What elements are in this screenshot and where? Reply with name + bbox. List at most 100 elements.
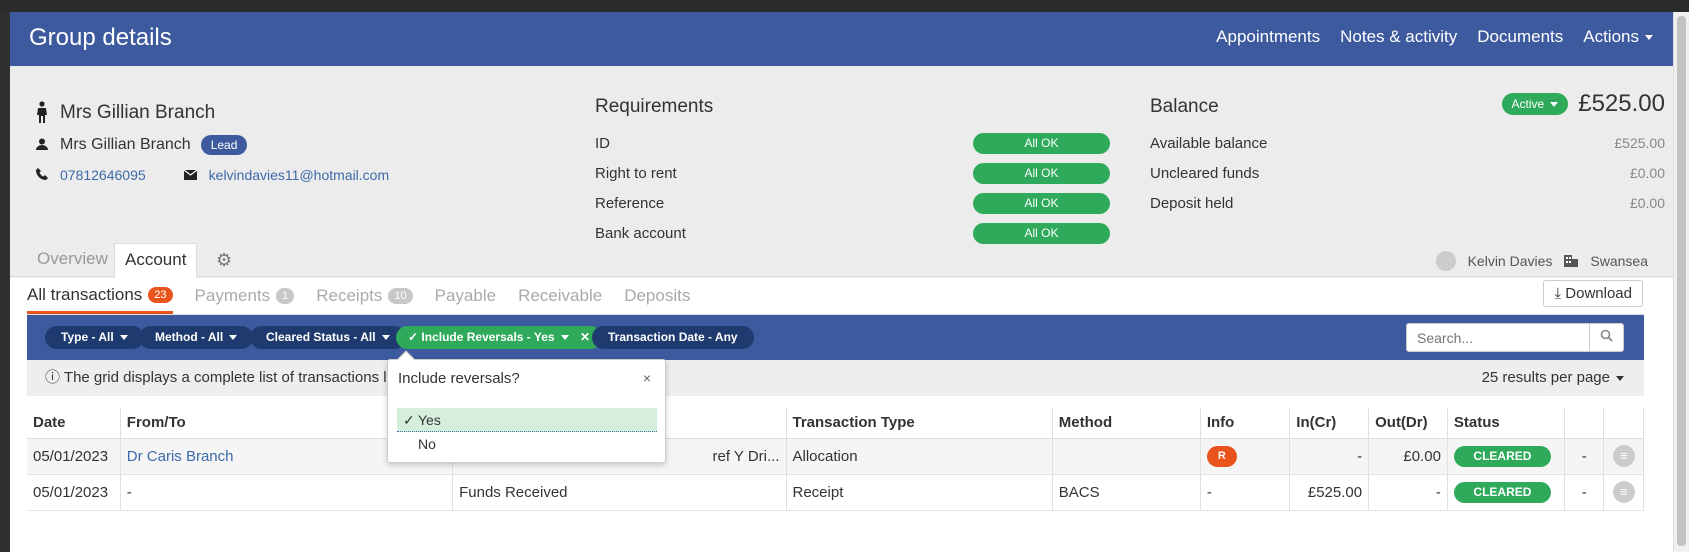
status-label: Active <box>1511 97 1545 111</box>
option-label: Yes <box>418 412 441 428</box>
building-icon <box>1564 253 1579 270</box>
requirement-row-right-to-rent: Right to rent All OK <box>595 158 1110 188</box>
menu-icon[interactable]: ≡ <box>1612 481 1635 503</box>
subtab-deposits[interactable]: Deposits <box>624 278 690 314</box>
balance-row: Uncleared funds £0.00 <box>1150 158 1665 188</box>
search-input[interactable] <box>1407 324 1587 351</box>
status-badge: CLEARED <box>1453 481 1551 503</box>
close-icon[interactable]: × <box>643 370 651 386</box>
email-link[interactable]: kelvindavies11@hotmail.com <box>209 167 389 183</box>
balance-value: £525.00 <box>1614 135 1665 151</box>
requirement-row-id: ID All OK <box>595 128 1110 158</box>
cell-in-cr: - <box>1289 438 1370 475</box>
person-icon <box>36 100 48 126</box>
cell-method: BACS <box>1052 474 1201 511</box>
search-box <box>1406 323 1624 352</box>
cell-extra: - <box>1564 438 1605 475</box>
user-info: Kelvin Davies Swansea <box>1435 251 1648 271</box>
user-icon <box>36 137 48 153</box>
balance-summary: Active £525.00 <box>1501 90 1665 118</box>
column-header-in-cr[interactable]: In(Cr) <box>1289 408 1370 439</box>
column-header-actions <box>1603 408 1644 439</box>
option-label: No <box>418 436 436 452</box>
count-badge: 10 <box>388 288 413 304</box>
close-icon[interactable]: ✕ <box>580 330 590 344</box>
subtab-label: Payments <box>194 286 271 305</box>
subtab-payments[interactable]: Payments 1 <box>195 278 295 314</box>
cell-out-dr: £0.00 <box>1368 438 1448 475</box>
requirements-title: Requirements <box>595 96 714 117</box>
check-icon: ✓ <box>403 412 415 428</box>
cell-description: Funds Received <box>452 474 787 511</box>
download-button[interactable]: ⤓ Download <box>1543 280 1643 307</box>
filter-cleared-status[interactable]: Cleared Status - All <box>250 326 406 349</box>
nav-appointments[interactable]: Appointments <box>1216 27 1320 47</box>
header-nav: Appointments Notes & activity Documents … <box>1216 27 1653 47</box>
lead-badge: Lead <box>200 135 248 155</box>
count-badge: 23 <box>148 286 173 303</box>
person-section: Mrs Gillian Branch Mrs Gillian Branch Le… <box>36 96 389 190</box>
requirement-label: Reference <box>595 194 665 212</box>
scrollbar[interactable] <box>1673 12 1689 552</box>
cell-transaction-type: Allocation <box>786 438 1053 475</box>
gear-icon[interactable]: ⚙ <box>216 251 234 269</box>
column-header-status[interactable]: Status <box>1447 408 1566 439</box>
nav-actions[interactable]: Actions <box>1583 27 1653 47</box>
nav-notes-activity[interactable]: Notes & activity <box>1340 27 1457 47</box>
page-frame: Group details Appointments Notes & activ… <box>10 12 1673 552</box>
balance-section: Balance Active £525.00 Available balance… <box>1150 90 1665 218</box>
search-icon[interactable] <box>1589 324 1623 351</box>
column-header-transaction-type[interactable]: Transaction Type <box>786 408 1053 439</box>
page-header: Group details Appointments Notes & activ… <box>10 12 1673 66</box>
option-yes[interactable]: ✓ Yes <box>397 408 657 432</box>
phone-link[interactable]: 07812646095 <box>60 167 146 183</box>
scrollbar-thumb[interactable] <box>1677 16 1686 546</box>
filter-transaction-date[interactable]: Transaction Date - Any <box>592 326 754 349</box>
popover-title: Include reversals? <box>398 370 520 387</box>
results-per-page-dropdown[interactable]: 25 results per page <box>1482 360 1624 396</box>
subtab-receipts[interactable]: Receipts 10 <box>316 278 413 314</box>
chevron-down-icon <box>119 335 128 341</box>
account-content: All transactions 23 Payments 1 Receipts … <box>10 278 1673 552</box>
cell-in-cr: £525.00 <box>1289 474 1370 511</box>
filter-label: Type - All <box>61 330 114 344</box>
contact-name: Mrs Gillian Branch <box>60 136 191 153</box>
filter-type[interactable]: Type - All <box>45 326 144 349</box>
menu-icon[interactable]: ≡ <box>1612 445 1635 467</box>
count-badge: 1 <box>276 288 295 304</box>
option-no[interactable]: No <box>397 432 657 456</box>
info-bar: ⓘ The grid displays a complete list of t… <box>27 360 1644 396</box>
cell-transaction-type: Receipt <box>786 474 1053 511</box>
filter-include-reversals[interactable]: ✓ Include Reversals - Yes ✕ <box>396 326 603 349</box>
column-header-out-dr[interactable]: Out(Dr) <box>1368 408 1448 439</box>
balance-row: Available balance £525.00 <box>1150 128 1665 158</box>
requirement-label: Right to rent <box>595 164 677 182</box>
column-header-info[interactable]: Info <box>1200 408 1291 439</box>
check-icon: ✓ <box>408 330 419 344</box>
subtab-receivable[interactable]: Receivable <box>518 278 602 314</box>
filter-method[interactable]: Method - All <box>139 326 254 349</box>
balance-label: Uncleared funds <box>1150 164 1260 182</box>
tab-overview[interactable]: Overview <box>27 243 118 277</box>
balance-label: Deposit held <box>1150 194 1234 212</box>
column-header-method[interactable]: Method <box>1052 408 1201 439</box>
column-header-date[interactable]: Date <box>27 408 121 439</box>
subtab-all-transactions[interactable]: All transactions 23 <box>27 278 173 314</box>
subtab-payable[interactable]: Payable <box>435 278 496 314</box>
cell-actions: ≡ <box>1603 474 1644 511</box>
requirements-section: Requirements ID All OK Right to rent All… <box>595 96 1110 248</box>
info-text: The grid displays a complete list of tra… <box>63 369 423 386</box>
nav-documents[interactable]: Documents <box>1477 27 1563 47</box>
status-badge: CLEARED <box>1453 445 1551 467</box>
table-row[interactable]: 05/01/2023 Dr Caris Branch ref Y Dri... … <box>27 438 1644 475</box>
status-dropdown[interactable]: Active <box>1501 93 1569 115</box>
table-row[interactable]: 05/01/2023 - Funds Received Receipt BACS… <box>27 474 1644 511</box>
cell-status: CLEARED <box>1447 438 1566 475</box>
table-header-row: Date From/To Transaction Type Method Inf… <box>27 408 1644 439</box>
person-name: Mrs Gillian Branch <box>60 102 216 123</box>
reversal-badge[interactable]: R <box>1206 445 1237 467</box>
requirement-label: Bank account <box>595 224 686 242</box>
balance-amount: £525.00 <box>1578 90 1665 117</box>
nav-actions-label: Actions <box>1583 27 1639 46</box>
tab-account[interactable]: Account <box>114 243 198 278</box>
